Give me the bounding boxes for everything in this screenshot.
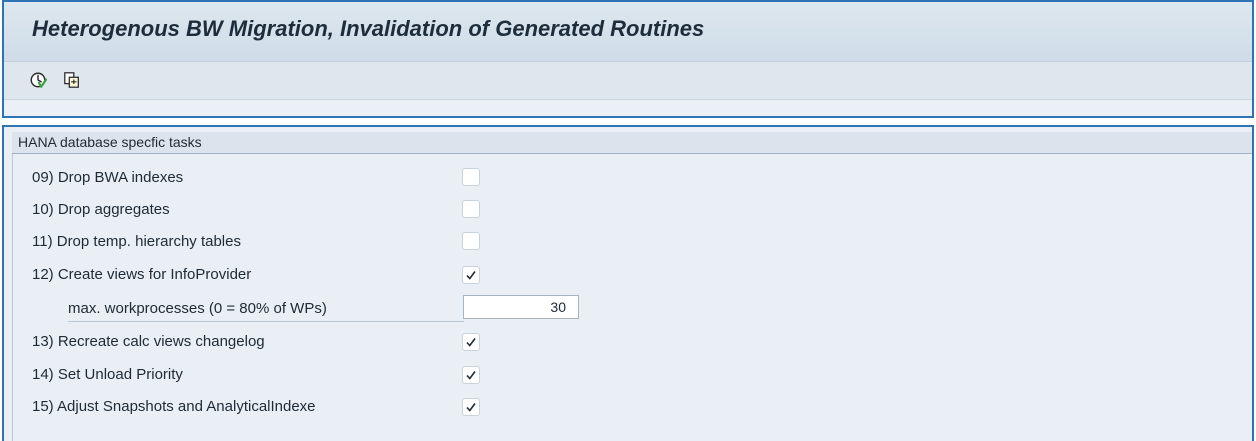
checkbox-drop-aggregates[interactable]: [462, 200, 480, 218]
execute-icon: [30, 72, 47, 88]
option-label-unload-priority: 14) Set Unload Priority: [32, 366, 183, 383]
checkmark-icon: [466, 338, 476, 347]
get-variant-button[interactable]: [60, 68, 84, 92]
option-label-drop-bwa-indexes: 09) Drop BWA indexes: [32, 169, 184, 186]
group-frame-line: [12, 154, 13, 441]
workprocesses-label-underline: [68, 321, 464, 322]
checkmark-icon: [466, 403, 476, 412]
checkbox-adjust-snapshots[interactable]: [462, 398, 480, 416]
option-label-drop-hierarchy-tables: 11) Drop temp. hierarchy tables: [32, 233, 241, 250]
checkbox-drop-bwa-indexes[interactable]: [462, 168, 480, 186]
checkmark-icon: [466, 371, 476, 380]
checkbox-drop-hierarchy-tables[interactable]: [462, 232, 480, 250]
group-title: HANA database specfic tasks: [12, 132, 1252, 154]
checkmark-icon: [466, 271, 476, 280]
option-label-drop-aggregates: 10) Drop aggregates: [32, 201, 170, 218]
option-label-recreate-calc-views: 13) Recreate calc views changelog: [32, 333, 265, 350]
checkbox-recreate-calc-views[interactable]: [462, 333, 480, 351]
header-spacer: [4, 100, 1252, 116]
application-toolbar: [4, 62, 1252, 100]
execute-button[interactable]: [26, 68, 50, 92]
workprocesses-label: max. workprocesses (0 = 80% of WPs): [68, 300, 327, 317]
workprocesses-input[interactable]: [463, 295, 579, 319]
page-title: Heterogenous BW Migration, Invalidation …: [32, 16, 705, 41]
get-variant-icon: [64, 72, 79, 88]
header-panel: Heterogenous BW Migration, Invalidation …: [2, 0, 1254, 118]
option-label-create-views: 12) Create views for InfoProvider: [32, 266, 252, 283]
checkbox-unload-priority[interactable]: [462, 366, 480, 384]
title-bar: Heterogenous BW Migration, Invalidation …: [4, 2, 1252, 62]
checkbox-create-views[interactable]: [462, 266, 480, 284]
option-label-adjust-snapshots: 15) Adjust Snapshots and AnalyticalIndex…: [32, 398, 316, 415]
